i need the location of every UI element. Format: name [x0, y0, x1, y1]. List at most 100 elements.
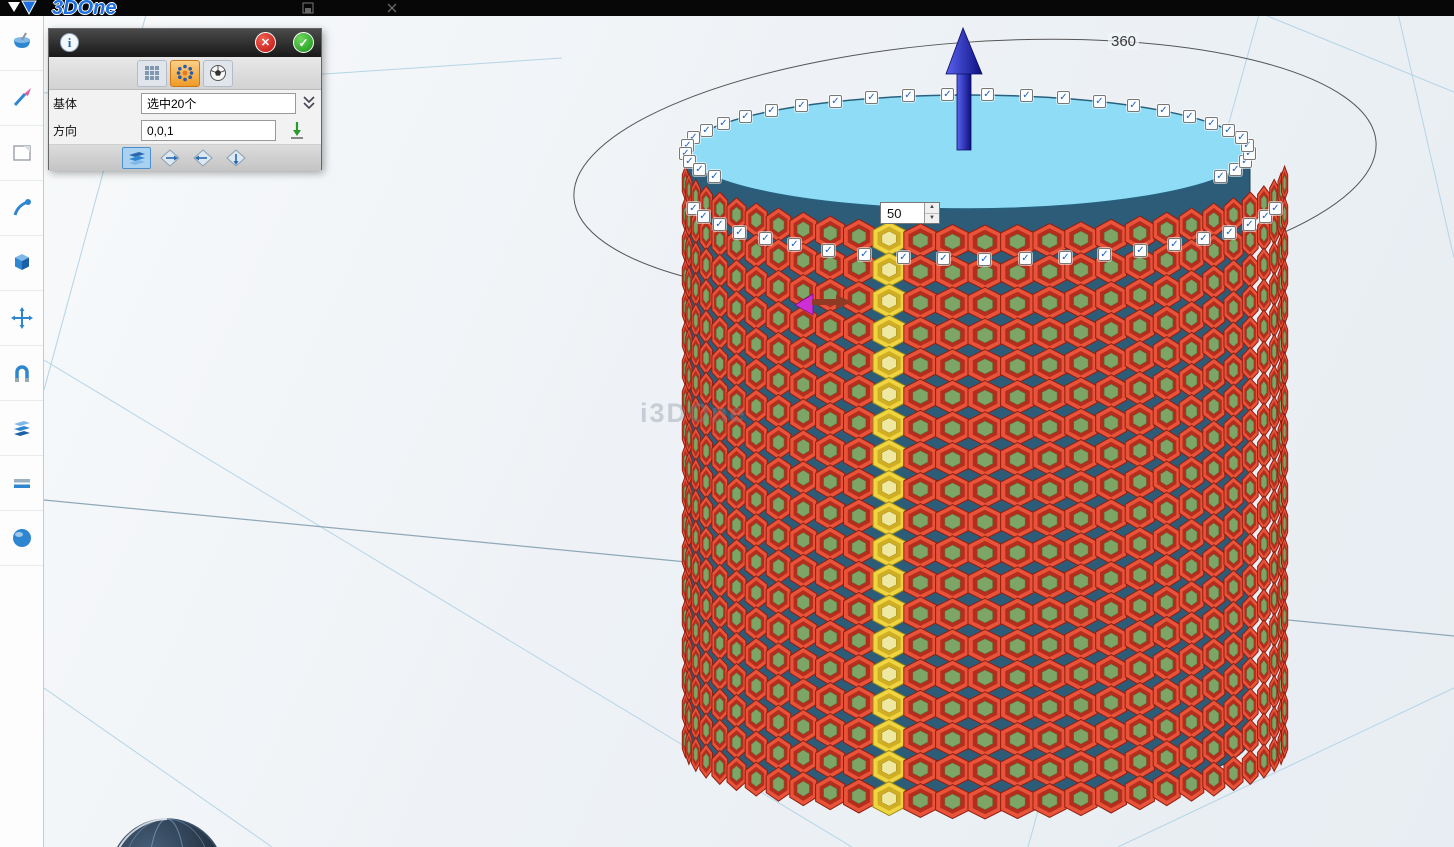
hex-column[interactable]	[1153, 212, 1180, 805]
pattern-instance-checkbox[interactable]: ✓	[1134, 244, 1147, 257]
pattern-instance-checkbox[interactable]: ✓	[858, 248, 871, 261]
pattern-instance-checkbox[interactable]: ✓	[759, 232, 772, 245]
pattern-instance-checkbox[interactable]: ✓	[765, 104, 778, 117]
tab-linear-pattern[interactable]	[137, 60, 167, 87]
pattern-instance-checkbox[interactable]: ✓	[822, 244, 835, 257]
pattern-instance-checkbox[interactable]: ✓	[897, 251, 910, 264]
view-navigation-ball[interactable]	[110, 819, 224, 847]
sidebar-tool-sphere[interactable]	[0, 511, 43, 566]
pattern-instance-checkbox[interactable]: ✓	[1157, 104, 1170, 117]
cylinder-model[interactable]	[682, 95, 1287, 819]
pattern-instance-checkbox[interactable]: ✓	[829, 95, 842, 108]
app-logo-text: 3DOne	[52, 0, 116, 20]
pattern-instance-checkbox[interactable]: ✓	[865, 91, 878, 104]
close-icon[interactable]	[386, 2, 398, 14]
hex-column-selected[interactable]	[873, 222, 905, 816]
hex-column[interactable]	[1125, 216, 1154, 810]
pattern-instance-checkbox[interactable]: ✓	[1243, 218, 1256, 231]
hex-column[interactable]	[1224, 198, 1243, 791]
direction-row: 方向	[49, 117, 321, 144]
pattern-instance-checkbox[interactable]: ✓	[693, 163, 706, 176]
save-icon[interactable]	[302, 2, 314, 14]
pattern-instance-checkbox[interactable]: ✓	[1168, 238, 1181, 251]
sidebar-tool-layers[interactable]	[0, 401, 43, 456]
option-diamond-1-button[interactable]	[155, 147, 184, 169]
pattern-instance-checkbox[interactable]: ✓	[1059, 251, 1072, 264]
pattern-instance-checkbox[interactable]: ✓	[733, 226, 746, 239]
pattern-instance-checkbox[interactable]: ✓	[1093, 95, 1106, 108]
pattern-instance-checkbox[interactable]: ✓	[1205, 117, 1218, 130]
basis-input[interactable]	[141, 93, 296, 114]
sidebar-tool-bars[interactable]	[0, 456, 43, 511]
spinner-down-icon[interactable]: ▼	[925, 214, 939, 224]
hex-column[interactable]	[1033, 224, 1066, 818]
hex-column[interactable]	[1242, 192, 1258, 784]
hex-column[interactable]	[1001, 225, 1035, 819]
pattern-instance-checkbox[interactable]: ✓	[1235, 131, 1248, 144]
hex-column[interactable]	[844, 219, 875, 813]
pattern-instance-checkbox[interactable]: ✓	[788, 238, 801, 251]
hex-column[interactable]	[727, 198, 746, 791]
direction-input[interactable]	[141, 120, 276, 141]
pattern-instance-checkbox[interactable]: ✓	[1020, 89, 1033, 102]
cancel-button[interactable]: ✕	[255, 32, 276, 53]
pattern-instance-checkbox[interactable]: ✓	[1183, 110, 1196, 123]
tab-circular-pattern[interactable]	[170, 60, 200, 87]
pattern-instance-checkbox[interactable]: ✓	[739, 110, 752, 123]
sidebar-tool-cube[interactable]	[0, 236, 43, 291]
option-diamond-3-button[interactable]	[221, 147, 250, 169]
hex-column[interactable]	[936, 225, 970, 819]
pattern-instance-checkbox[interactable]: ✓	[795, 99, 808, 112]
hex-column[interactable]	[1179, 208, 1204, 801]
pattern-instance-checkbox[interactable]: ✓	[978, 253, 991, 266]
pattern-count-input[interactable]	[881, 203, 924, 223]
hex-column[interactable]	[1258, 186, 1271, 778]
pattern-instance-checkbox[interactable]: ✓	[1098, 248, 1111, 261]
direction-pick-icon[interactable]	[289, 121, 305, 140]
pattern-instance-checkbox[interactable]: ✓	[1019, 252, 1032, 265]
hex-column[interactable]	[1270, 180, 1279, 772]
hex-column[interactable]	[745, 203, 767, 796]
hex-column[interactable]	[700, 186, 713, 778]
sidebar-tool-move[interactable]	[0, 291, 43, 346]
hex-column[interactable]	[712, 192, 728, 784]
spinner-up-icon[interactable]: ▲	[925, 203, 939, 214]
pattern-instance-checkbox[interactable]: ✓	[1127, 99, 1140, 112]
confirm-button[interactable]: ✓	[293, 32, 314, 53]
pattern-instance-checkbox[interactable]: ✓	[981, 88, 994, 101]
dialog-header[interactable]: i ✕ ✓	[49, 29, 321, 57]
hex-column[interactable]	[1065, 222, 1097, 816]
pattern-instance-checkbox[interactable]: ✓	[697, 210, 710, 223]
sidebar-tool-brush[interactable]	[0, 71, 43, 126]
pattern-instance-checkbox[interactable]: ✓	[902, 89, 915, 102]
sidebar-tool-pottery[interactable]	[0, 16, 43, 71]
hex-column[interactable]	[904, 224, 937, 818]
pattern-instance-checkbox[interactable]: ✓	[1223, 226, 1236, 239]
pattern-instance-checkbox[interactable]: ✓	[713, 218, 726, 231]
pattern-instance-checkbox[interactable]: ✓	[937, 252, 950, 265]
pattern-instance-checkbox[interactable]: ✓	[941, 88, 954, 101]
hex-column[interactable]	[766, 208, 791, 801]
chevron-double-down-icon[interactable]	[302, 95, 316, 111]
pattern-instance-checkbox[interactable]: ✓	[1057, 91, 1070, 104]
pattern-instance-checkbox[interactable]: ✓	[1214, 170, 1227, 183]
hex-column[interactable]	[1282, 166, 1288, 757]
hex-column[interactable]	[1203, 203, 1225, 796]
pattern-instance-checkbox[interactable]: ✓	[708, 170, 721, 183]
info-icon[interactable]: i	[60, 33, 79, 52]
pattern-instance-checkbox[interactable]: ✓	[717, 117, 730, 130]
sidebar-tool-plane[interactable]	[0, 126, 43, 181]
tab-sphere-pattern[interactable]	[203, 60, 233, 87]
pattern-instance-checkbox[interactable]: ✓	[1222, 124, 1235, 137]
sphere-icon	[10, 526, 34, 550]
sidebar-tool-carve[interactable]	[0, 181, 43, 236]
hex-column[interactable]	[1096, 219, 1127, 813]
pattern-instance-checkbox[interactable]: ✓	[700, 124, 713, 137]
option-diamond-2-button[interactable]	[188, 147, 217, 169]
pattern-instance-checkbox[interactable]: ✓	[1197, 232, 1210, 245]
hex-column[interactable]	[691, 180, 700, 772]
pattern-instance-checkbox[interactable]: ✓	[1269, 202, 1282, 215]
sidebar-tool-magnet[interactable]	[0, 346, 43, 401]
option-stack-button[interactable]	[122, 147, 151, 169]
hex-column[interactable]	[968, 225, 1002, 819]
